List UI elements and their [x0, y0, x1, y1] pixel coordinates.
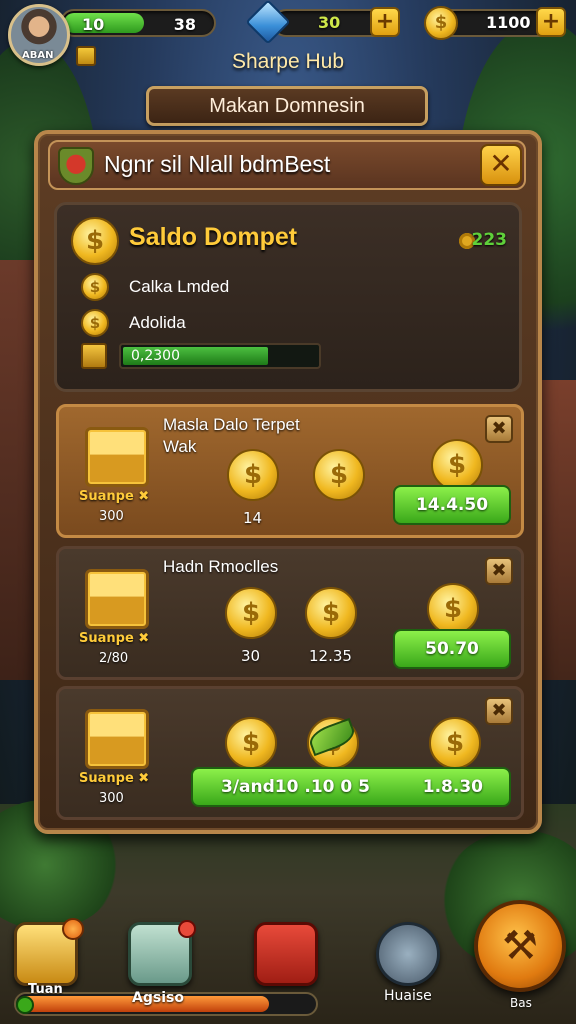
offer-title: Hadn Rmoclles: [163, 557, 279, 576]
buy-label-left: 3/and10 .10 0 5: [221, 777, 370, 797]
dock-shield-button[interactable]: [376, 922, 440, 986]
chest-sub: 300: [99, 791, 124, 806]
close-icon[interactable]: ✖: [485, 415, 513, 443]
gem-value: 30: [318, 13, 341, 32]
offer-card-1[interactable]: Suanpe ✖ 300 Masla Dalo Terpet Wak $ $ $…: [56, 404, 524, 538]
coin-icon: $: [313, 449, 365, 501]
xp-bar: 10 38: [60, 9, 216, 37]
panel-title: Ngnr sil Nlall bdmBest: [104, 151, 331, 177]
coin-icon: $: [427, 583, 479, 635]
shield-icon: [58, 147, 94, 185]
add-gems-button[interactable]: +: [370, 7, 400, 37]
buy-label-right: 1.8.30: [422, 777, 483, 797]
chest-label: Suanpe ✖: [79, 771, 150, 786]
dock-shield-label: Huaise: [384, 988, 432, 1004]
xp-level: 10: [82, 15, 105, 34]
notification-dot-icon: [62, 918, 84, 940]
xp-value: 38: [173, 15, 196, 34]
buy-button[interactable]: 50.70: [393, 629, 511, 669]
coin-icon: $: [431, 439, 483, 491]
coin-icon: $: [227, 449, 279, 501]
close-button[interactable]: ✕: [480, 144, 522, 186]
coin-icon: $: [305, 587, 357, 639]
top-hud: ABAN 10 38 30 + $ 1100 +: [0, 0, 576, 66]
pencil-icon: [178, 920, 196, 938]
buy-button[interactable]: 14.4.50: [393, 485, 511, 525]
buy-button[interactable]: 3/and10 .10 0 5 1.8.30: [191, 767, 511, 807]
offer-card-2[interactable]: Suanpe ✖ 2/80 Hadn Rmoclles $ $ $ 30 12.…: [56, 546, 524, 680]
coin-icon: $: [81, 273, 109, 301]
coin-icon: $: [225, 587, 277, 639]
avatar-name: ABAN: [22, 50, 54, 61]
chest-sub: 2/80: [99, 651, 129, 666]
balance-progress-label: 0,2300: [131, 348, 180, 364]
coin-icon: $: [81, 309, 109, 337]
panel-header: Ngnr sil Nlall bdmBest ✕: [48, 140, 526, 190]
close-icon[interactable]: ✖: [485, 697, 513, 725]
wallet-panel: Ngnr sil Nlall bdmBest ✕ $ Saldo Dompet …: [34, 130, 542, 834]
add-coins-button[interactable]: +: [536, 7, 566, 37]
balance-line-2: Adolida: [129, 313, 186, 332]
balance-box: $ Saldo Dompet 223 $ Calka Lmded $ Adoli…: [54, 202, 522, 392]
balance-title: Saldo Dompet: [129, 223, 298, 251]
chest-icon: [85, 709, 149, 769]
hammer-action-button[interactable]: ⚒: [474, 900, 566, 992]
chest-icon: [85, 569, 149, 629]
balance-progress: 0,2300: [119, 343, 321, 369]
dock-left-label: Tuan: [28, 982, 63, 997]
coin-value: 1100: [486, 13, 531, 32]
coin-icon: $: [424, 6, 458, 40]
offer-title: Masla Dalo Terpet: [163, 415, 300, 434]
chest-icon: [81, 343, 107, 369]
coin-caption-2: 12.35: [309, 647, 352, 665]
balance-line-1: Calka Lmded: [129, 277, 230, 296]
hub-title: Sharpe Hub: [231, 50, 345, 73]
balance-amount: 223: [471, 230, 508, 250]
coin-icon: $: [225, 717, 277, 769]
chest-label: Suanpe ✖: [79, 489, 150, 504]
dock-action-label: Bas: [510, 996, 532, 1010]
gem-icon: [245, 0, 291, 45]
close-icon[interactable]: ✖: [485, 557, 513, 585]
coin-icon: $: [429, 717, 481, 769]
coin-caption: 14: [243, 509, 263, 527]
check-icon: [16, 996, 34, 1014]
coin-icon: $: [71, 217, 119, 265]
dock-mid-label: Agsiso: [132, 990, 184, 1006]
coin-caption-1: 30: [241, 647, 261, 665]
offer-title-2: Wak: [163, 437, 197, 456]
hourglass-button[interactable]: [254, 922, 318, 986]
subtitle-plate: Makan Domnesin: [146, 86, 428, 126]
offer-card-3[interactable]: Suanpe ✖ 300 $ $ $ 3/and10 .10 0 5 1.8.3…: [56, 686, 524, 820]
chest-sub: 300: [99, 509, 124, 524]
chest-label: Suanpe ✖: [79, 631, 150, 646]
chest-icon: [85, 427, 149, 487]
